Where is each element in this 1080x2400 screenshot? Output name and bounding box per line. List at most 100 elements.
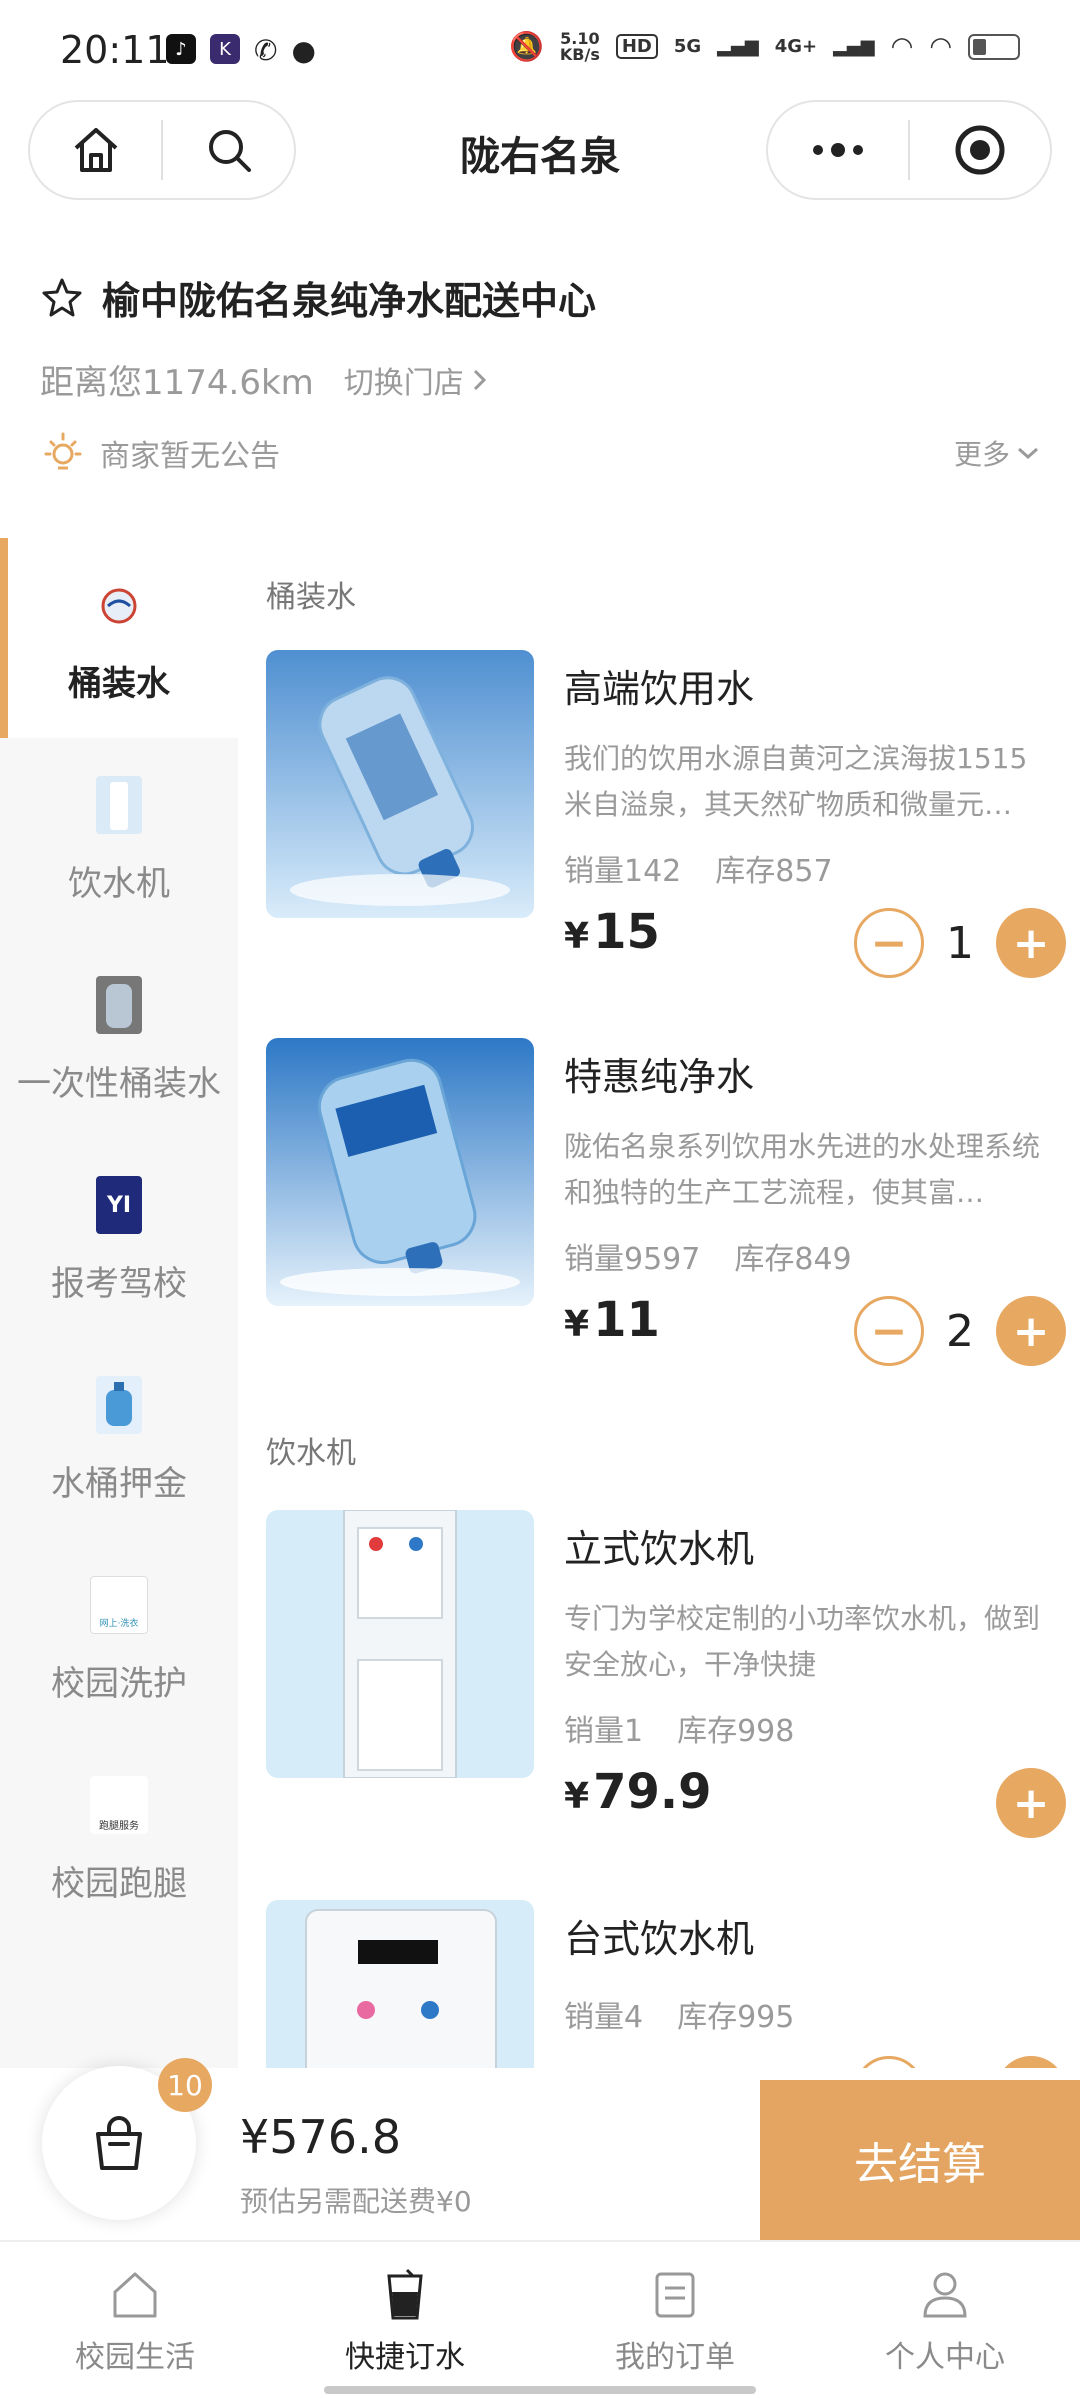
errand-logo-icon: 跑腿服务 bbox=[90, 1776, 148, 1834]
notice-text: 商家暂无公告 bbox=[100, 439, 280, 474]
product-sales: 销量9597 bbox=[564, 1242, 701, 1277]
user-icon bbox=[923, 2272, 967, 2318]
decrease-button[interactable]: − bbox=[854, 908, 924, 978]
tab-bar: 校园生活 快捷订水 我的订单 个人中心 bbox=[0, 2240, 1080, 2400]
brand-logo-icon bbox=[101, 588, 137, 624]
category-label: 校园洗护 bbox=[51, 1664, 187, 1704]
decrease-button[interactable]: − bbox=[854, 2056, 924, 2068]
cart-total: ¥576.8 bbox=[240, 2110, 401, 2164]
home-button[interactable] bbox=[30, 102, 161, 198]
notice-bar: 商家暂无公告 更多 bbox=[40, 430, 1040, 476]
product-stats: 销量1 库存998 bbox=[564, 1706, 794, 1750]
quantity-stepper: + bbox=[996, 1768, 1066, 1838]
more-menu-button[interactable] bbox=[768, 102, 908, 198]
switch-store-label: 切换门店 bbox=[343, 365, 464, 401]
driving-school-logo-icon: YI bbox=[96, 1176, 142, 1234]
network-speed: 5.10 KB/s bbox=[560, 30, 600, 63]
tab-my-orders[interactable]: 我的订单 bbox=[540, 2242, 810, 2400]
category-bottled-water[interactable]: 桶装水 bbox=[0, 538, 238, 738]
quantity-stepper: − 2 + bbox=[854, 1296, 1066, 1366]
product-image bbox=[266, 1510, 534, 1778]
product-card[interactable]: 立式饮水机 专门为学校定制的小功率饮水机，做到安全放心，干净快捷 销量1 库存9… bbox=[266, 1510, 1066, 1838]
product-name: 立式饮水机 bbox=[564, 1527, 755, 1571]
category-campus-errands[interactable]: 跑腿服务 校园跑腿 bbox=[0, 1738, 238, 1938]
tiktok-icon: ♪ bbox=[166, 34, 196, 64]
bucket-thumb-icon bbox=[96, 1376, 142, 1434]
laundry-logo-icon: 网上·洗衣 bbox=[90, 1576, 148, 1634]
product-name: 高端饮用水 bbox=[564, 667, 755, 711]
product-card[interactable]: 台式饮水机 销量4 库存995 − + bbox=[266, 1900, 1066, 2068]
water-dispenser-thumb-icon bbox=[96, 776, 142, 834]
switch-store-link[interactable]: 切换门店 bbox=[344, 358, 490, 402]
category-bucket-deposit[interactable]: 水桶押金 bbox=[0, 1338, 238, 1538]
quantity-value: 2 bbox=[946, 1305, 974, 1357]
product-stats: 销量9597 库存849 bbox=[564, 1234, 852, 1278]
decrease-button[interactable]: − bbox=[854, 1296, 924, 1366]
more-label: 更多 bbox=[953, 438, 1010, 471]
tab-label: 我的订单 bbox=[615, 2340, 735, 2375]
hd-badge: HD bbox=[615, 34, 658, 59]
quantity-stepper: − 1 + bbox=[854, 908, 1066, 978]
tab-campus-life[interactable]: 校园生活 bbox=[0, 2242, 270, 2400]
increase-button[interactable]: + bbox=[996, 1296, 1066, 1366]
price-symbol: ¥ bbox=[564, 1776, 590, 1817]
star-icon[interactable] bbox=[40, 276, 84, 320]
category-campus-laundry[interactable]: 网上·洗衣 校园洗护 bbox=[0, 1538, 238, 1738]
quantity-value: 1 bbox=[946, 917, 974, 969]
nav-bar: 陇右名泉 bbox=[0, 100, 1080, 200]
more-notice-button[interactable]: 更多 bbox=[954, 433, 1040, 473]
home-indicator bbox=[324, 2386, 756, 2394]
standing-dispenser-image bbox=[266, 1510, 534, 1778]
signal-icon-2: ▂▄▆ bbox=[833, 36, 875, 57]
product-card[interactable]: 特惠纯净水 陇佑名泉系列饮用水先进的水处理系统和独特的生产工艺流程，使其富… 销… bbox=[266, 1038, 1066, 1366]
wifi-icon-2: ◠ bbox=[929, 31, 952, 62]
category-label: 桶装水 bbox=[68, 664, 170, 704]
product-price: ¥ 79.9 bbox=[564, 1764, 712, 1820]
close-miniapp-button[interactable] bbox=[910, 102, 1050, 198]
category-driving-school[interactable]: YI 报考驾校 bbox=[0, 1138, 238, 1338]
increase-button[interactable]: + bbox=[996, 2056, 1066, 2068]
more-dots-icon bbox=[813, 143, 863, 157]
shopping-bag-icon bbox=[96, 2116, 142, 2170]
quantity-stepper: − + bbox=[854, 2056, 1066, 2068]
nav-capsule-left bbox=[28, 100, 296, 200]
section-title: 饮水机 bbox=[266, 1436, 356, 1471]
increase-button[interactable]: + bbox=[996, 908, 1066, 978]
product-image bbox=[266, 1038, 534, 1306]
add-to-cart-button[interactable]: + bbox=[996, 1768, 1066, 1838]
category-disposable-water[interactable]: 一次性桶装水 bbox=[0, 938, 238, 1138]
product-sales: 销量142 bbox=[564, 854, 682, 889]
store-name-row: 榆中陇佑名泉纯净水配送中心 bbox=[40, 270, 1040, 325]
category-label: 校园跑腿 bbox=[51, 1864, 187, 1904]
section-title: 桶装水 bbox=[266, 580, 356, 615]
category-label: 报考驾校 bbox=[51, 1264, 187, 1304]
water-bucket-image bbox=[266, 650, 534, 918]
category-label: 饮水机 bbox=[68, 864, 170, 904]
product-stats: 销量142 库存857 bbox=[564, 846, 833, 890]
house-icon bbox=[113, 2272, 157, 2318]
product-description: 我们的饮用水源自黄河之滨海拔1515米自溢泉，其天然矿物质和微量元… bbox=[564, 742, 1028, 821]
tab-profile[interactable]: 个人中心 bbox=[810, 2242, 1080, 2400]
water-cup-icon bbox=[387, 2268, 423, 2320]
product-card[interactable]: 高端饮用水 我们的饮用水源自黄河之滨海拔1515米自溢泉，其天然矿物质和微量元…… bbox=[266, 650, 1066, 978]
cart-bar: 10 ¥576.8 预估另需配送费¥0 去结算 bbox=[0, 2058, 1080, 2240]
battery-icon bbox=[968, 33, 1020, 60]
chevron-right-icon bbox=[473, 369, 486, 390]
product-image bbox=[266, 650, 534, 918]
category-sidebar: 桶装水 饮水机 一次性桶装水 YI 报考驾校 水桶押金 网上·洗衣 校园洗护 跑… bbox=[0, 538, 238, 2068]
product-list: 桶装水 高端饮用水 我们的饮用水源自黄河之滨海拔1515米自溢泉，其天然矿物质和… bbox=[238, 538, 1080, 2068]
tab-label: 校园生活 bbox=[75, 2340, 195, 2375]
search-icon bbox=[208, 130, 251, 172]
category-water-dispenser[interactable]: 饮水机 bbox=[0, 738, 238, 938]
product-sales: 销量4 bbox=[564, 2000, 644, 2035]
delivery-fee-note: 预估另需配送费¥0 bbox=[240, 2185, 472, 2218]
wifi-icon: ◠ bbox=[890, 31, 914, 62]
app-k-icon: K bbox=[210, 34, 240, 64]
checkout-button[interactable]: 去结算 bbox=[760, 2080, 1080, 2240]
search-button[interactable] bbox=[163, 102, 294, 198]
nav-capsule-right bbox=[766, 100, 1052, 200]
tab-label: 快捷订水 bbox=[345, 2340, 465, 2375]
status-right: 🔕 5.10 KB/s HD 5G ▂▄▆ 4G+ ▂▄▆ ◠ ◠ bbox=[509, 30, 1020, 63]
missed-call-icon: ✆ bbox=[254, 34, 278, 67]
tab-quick-order[interactable]: 快捷订水 bbox=[270, 2242, 540, 2400]
